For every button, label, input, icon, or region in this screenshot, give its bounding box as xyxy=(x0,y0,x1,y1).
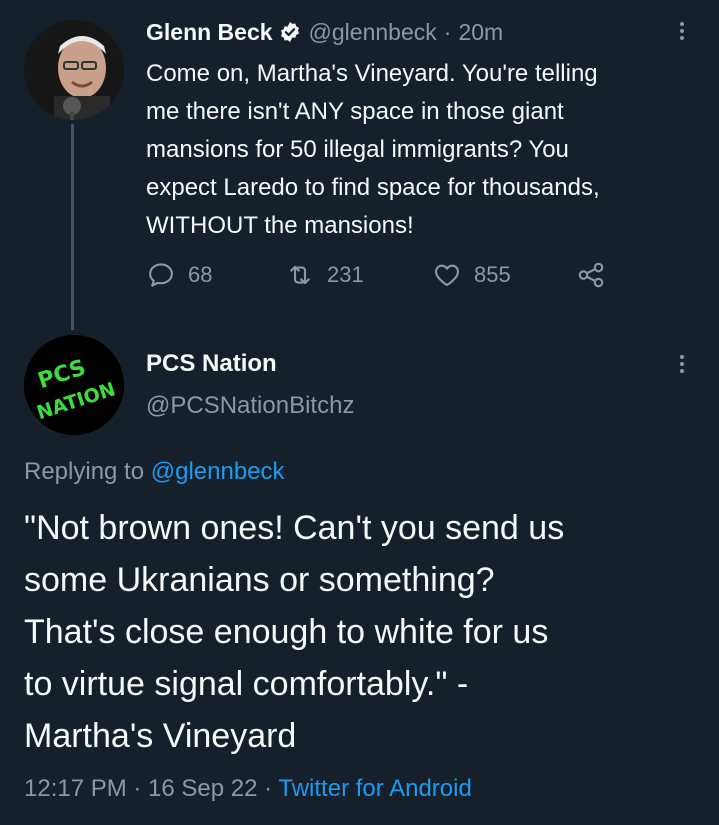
retweet-count: 231 xyxy=(327,262,364,287)
verified-badge-icon xyxy=(279,21,301,43)
tweet2-body: "Not brown ones! Can't you send us some … xyxy=(24,502,704,762)
like-button[interactable]: 855 xyxy=(432,258,511,292)
tweet2-line: "Not brown ones! Can't you send us xyxy=(24,509,565,547)
tweet1-line: expect Laredo to find space for thousand… xyxy=(146,174,600,201)
share-icon xyxy=(578,262,604,288)
reply-icon xyxy=(149,263,173,287)
pcs-nation-avatar[interactable]: PCS NATION xyxy=(24,335,124,435)
tweet1-body: Come on, Martha's Vineyard. You're telli… xyxy=(146,55,706,245)
tweet1-author-name[interactable]: Glenn Beck xyxy=(146,19,273,46)
tweet1-separator: · xyxy=(443,18,452,45)
tweet2-more-options-icon[interactable] xyxy=(680,355,684,373)
retweet-icon xyxy=(290,265,310,285)
reply-count: 68 xyxy=(188,262,213,287)
tweet1-line: WITHOUT the mansions! xyxy=(146,212,414,239)
reply-button[interactable]: 68 xyxy=(146,258,212,292)
tweet1-more-options-icon[interactable] xyxy=(680,22,684,40)
replying-to-label: Replying to xyxy=(24,458,145,485)
tweet2-line: some Ukranians or something? xyxy=(24,561,495,599)
tweet1-line: Come on, Martha's Vineyard. You're telli… xyxy=(146,60,598,87)
replying-to-handle-link[interactable]: @glennbeck xyxy=(151,458,285,485)
heart-icon xyxy=(434,264,460,287)
tweet2-author-name[interactable]: PCS Nation xyxy=(146,350,277,378)
tweet2-line: That's close enough to white for us xyxy=(24,613,549,651)
tweet2-handle[interactable]: @PCSNationBitchz xyxy=(146,392,354,420)
tweet1-handle[interactable]: @glennbeck xyxy=(309,19,437,46)
tweet2-client-link[interactable]: Twitter for Android xyxy=(278,775,471,802)
replying-to: Replying to @glennbeck xyxy=(24,458,285,486)
share-button[interactable] xyxy=(576,258,606,292)
like-count: 855 xyxy=(474,262,511,287)
tweet2-line: to virtue signal comfortably." - xyxy=(24,665,469,703)
thread-connector-line xyxy=(71,124,74,330)
tweet1-time[interactable]: 20m xyxy=(458,19,503,46)
retweet-button[interactable]: 231 xyxy=(285,258,364,292)
glenn-beck-avatar[interactable] xyxy=(24,20,124,120)
tweet2-line: Martha's Vineyard xyxy=(24,717,297,755)
tweet1-line: mansions for 50 illegal immigrants? You xyxy=(146,136,569,163)
tweet2-timestamp[interactable]: 12:17 PM · 16 Sep 22 · xyxy=(24,775,272,802)
tweet2-meta: 12:17 PM · 16 Sep 22 · Twitter for Andro… xyxy=(24,775,472,803)
tweet1-line: me there isn't ANY space in those giant xyxy=(146,98,564,125)
